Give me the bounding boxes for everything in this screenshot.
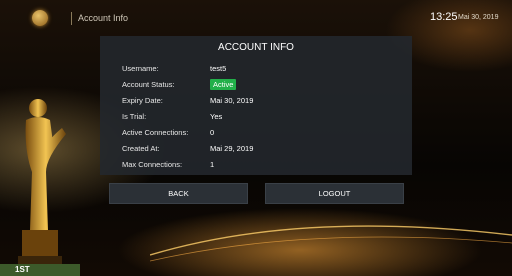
row-label: Username: — [122, 64, 159, 73]
status-badge: Active — [210, 79, 237, 90]
row-value: test5 — [210, 64, 227, 73]
row-value: Mai 29, 2019 — [210, 144, 254, 153]
trophy-logo-icon — [32, 10, 48, 26]
corner-badge: 1ST — [0, 264, 80, 276]
trophy-statue-icon — [18, 99, 67, 276]
clock-date: Mai 30, 2019 — [458, 14, 499, 21]
row-label: Created At: — [122, 144, 160, 153]
row-label: Max Connections: — [122, 160, 183, 169]
page-title: Account Info — [78, 13, 129, 23]
row-label: Active Connections: — [122, 128, 189, 137]
account-info-panel: ACCOUNT INFO Username: test5 Account Sta… — [100, 36, 412, 175]
top-bar: Account Info 13:25 Mai 30, 2019 — [0, 0, 512, 34]
row-value: Mai 30, 2019 — [210, 96, 254, 105]
row-label: Is Trial: — [122, 112, 147, 121]
logout-button[interactable]: LOGOUT — [265, 183, 404, 204]
row-value: 0 — [210, 128, 215, 137]
clock-time: 13:25 — [430, 11, 458, 23]
back-button[interactable]: BACK — [109, 183, 248, 204]
row-value: 1 — [210, 160, 215, 169]
panel-title: ACCOUNT INFO — [218, 42, 294, 53]
row-label: Account Status: — [122, 80, 175, 89]
row-label: Expiry Date: — [122, 96, 163, 105]
divider — [71, 12, 72, 25]
decorative-light-streak — [150, 225, 512, 262]
row-value: Yes — [210, 112, 223, 121]
